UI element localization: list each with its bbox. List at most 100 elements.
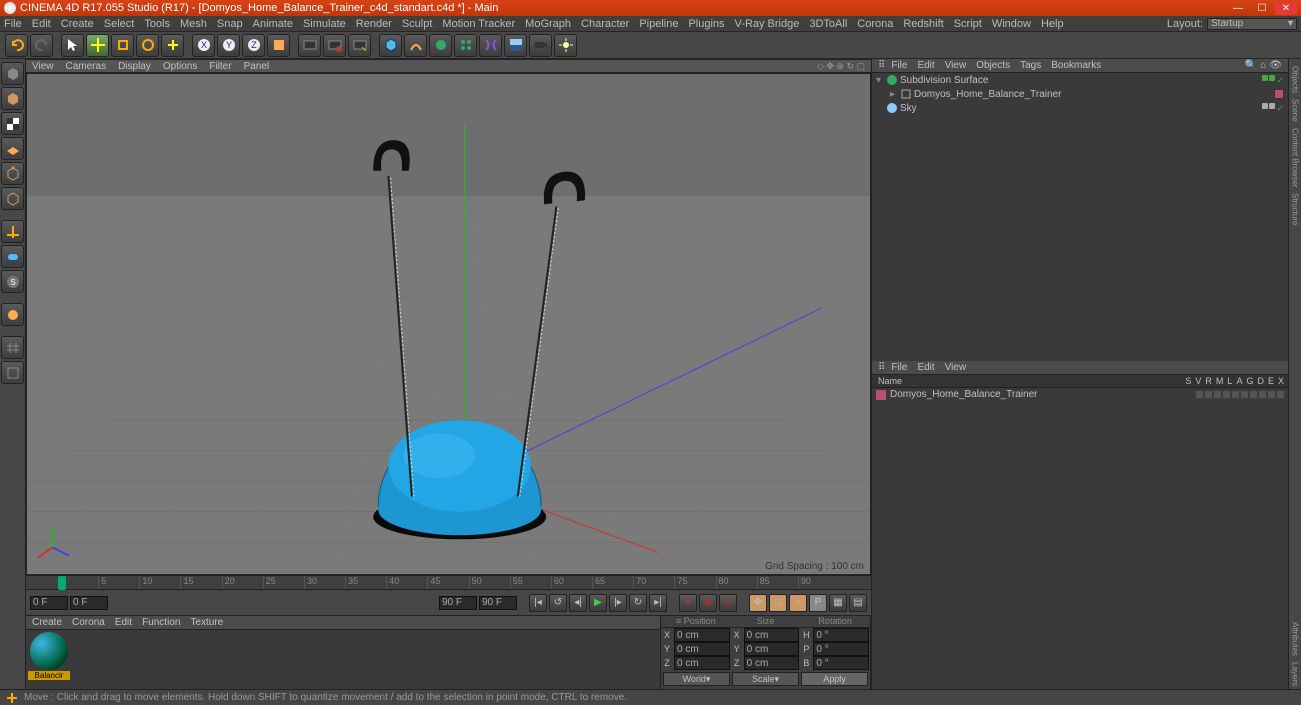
menu-snap[interactable]: Snap <box>217 18 243 30</box>
mat-menu-create[interactable]: Create <box>32 617 62 628</box>
primitive-cube[interactable] <box>379 34 402 57</box>
vp-menu-display[interactable]: Display <box>118 61 151 72</box>
menu-corona[interactable]: Corona <box>857 18 893 30</box>
snap-grid[interactable] <box>1 361 24 384</box>
maximize-button[interactable]: ☐ <box>1251 2 1273 15</box>
keyopts[interactable]: ◎ <box>719 594 737 612</box>
layer-color-swatch[interactable] <box>876 390 886 400</box>
y-axis-lock[interactable]: Y <box>217 34 240 57</box>
layers-menu-edit[interactable]: Edit <box>917 362 934 373</box>
menu-vray[interactable]: V-Ray Bridge <box>735 18 800 30</box>
menu-pipeline[interactable]: Pipeline <box>639 18 678 30</box>
object-manager-tree[interactable]: ▾ Subdivision Surface ✓ ▸ Domyos_Home_Ba… <box>872 73 1288 361</box>
object-name[interactable]: Domyos_Home_Balance_Trainer <box>914 89 1061 100</box>
key-rot[interactable]: ○ <box>789 594 807 612</box>
object-name[interactable]: Subdivision Surface <box>900 75 988 86</box>
pos-y[interactable]: 0 cm <box>674 642 730 656</box>
menu-render[interactable]: Render <box>356 18 392 30</box>
viewport[interactable]: Perspective <box>26 73 871 575</box>
texture-mode[interactable] <box>1 112 24 135</box>
goto-start[interactable]: |◂ <box>529 594 547 612</box>
key-scale[interactable]: □ <box>769 594 787 612</box>
tab-structure[interactable]: Structure <box>1291 193 1300 225</box>
apply-button[interactable]: Apply <box>801 672 868 686</box>
render-view[interactable] <box>298 34 321 57</box>
om-menu-file[interactable]: File <box>891 60 907 71</box>
play[interactable]: ▶ <box>589 594 607 612</box>
menu-mesh[interactable]: Mesh <box>180 18 207 30</box>
layer-row[interactable]: Domyos_Home_Balance_Trainer <box>872 388 1288 402</box>
mat-menu-edit[interactable]: Edit <box>115 617 132 628</box>
layer-name[interactable]: Domyos_Home_Balance_Trainer <box>890 389 1037 400</box>
tab-content[interactable]: Content Browser <box>1291 128 1300 188</box>
expand-toggle[interactable]: ▾ <box>876 75 886 86</box>
timeline-playhead[interactable] <box>58 576 66 590</box>
mat-menu-function[interactable]: Function <box>142 617 180 628</box>
menu-file[interactable]: File <box>4 18 22 30</box>
layer-tag[interactable] <box>1274 89 1284 99</box>
menu-motiontracker[interactable]: Motion Tracker <box>442 18 515 30</box>
generator-array[interactable] <box>454 34 477 57</box>
grip-icon[interactable]: ⠿ <box>878 60 885 71</box>
menu-sculpt[interactable]: Sculpt <box>402 18 433 30</box>
material-item[interactable]: Balancir <box>28 632 70 680</box>
grip-icon[interactable]: Size <box>731 616 801 627</box>
undo-button[interactable] <box>5 34 28 57</box>
select-tool[interactable] <box>61 34 84 57</box>
menu-create[interactable]: Create <box>61 18 94 30</box>
key-pla[interactable]: ▦ <box>829 594 847 612</box>
layers-menu-file[interactable]: File <box>891 362 907 373</box>
menu-select[interactable]: Select <box>104 18 135 30</box>
menu-mograph[interactable]: MoGraph <box>525 18 571 30</box>
tab-scene[interactable]: Scene <box>1291 99 1300 122</box>
tab-layers[interactable]: Layers <box>1291 662 1300 686</box>
z-axis-lock[interactable]: Z <box>242 34 265 57</box>
rot-b[interactable]: 0 ° <box>813 656 869 670</box>
move-tool[interactable] <box>86 34 109 57</box>
axis-mode[interactable] <box>1 220 24 243</box>
search-icon[interactable]: 🔍 <box>1245 60 1257 71</box>
light[interactable] <box>554 34 577 57</box>
menu-character[interactable]: Character <box>581 18 629 30</box>
tab-objects[interactable]: Objects <box>1291 66 1300 93</box>
object-row[interactable]: ▸ Domyos_Home_Balance_Trainer <box>872 87 1288 101</box>
frame-start-field[interactable]: 0 F <box>30 596 68 610</box>
step-back[interactable]: ◂| <box>569 594 587 612</box>
menu-tools[interactable]: Tools <box>144 18 170 30</box>
rotate-tool[interactable] <box>136 34 159 57</box>
autokey[interactable]: ◉ <box>699 594 717 612</box>
menu-redshift[interactable]: Redshift <box>903 18 943 30</box>
frame-current-field[interactable]: 0 F <box>70 596 108 610</box>
menu-3dtoall[interactable]: 3DToAll <box>809 18 847 30</box>
render-pv[interactable] <box>323 34 346 57</box>
vp-menu-options[interactable]: Options <box>163 61 197 72</box>
close-button[interactable]: ✕ <box>1275 2 1297 15</box>
x-axis-lock[interactable]: X <box>192 34 215 57</box>
grip-icon[interactable]: Rotation <box>800 616 870 627</box>
menu-script[interactable]: Script <box>954 18 982 30</box>
key-pos[interactable]: ✥ <box>749 594 767 612</box>
om-menu-view[interactable]: View <box>945 60 967 71</box>
om-menu-edit[interactable]: Edit <box>917 60 934 71</box>
model-mode[interactable] <box>1 87 24 110</box>
vp-menu-filter[interactable]: Filter <box>209 61 231 72</box>
goto-end[interactable]: ▸| <box>649 594 667 612</box>
om-menu-objects[interactable]: Objects <box>976 60 1010 71</box>
pos-z[interactable]: 0 cm <box>674 656 730 670</box>
mat-menu-corona[interactable]: Corona <box>72 617 105 628</box>
scale-mode-dropdown[interactable]: Scale ▾ <box>732 672 799 686</box>
size-y[interactable]: 0 cm <box>744 642 800 656</box>
soft-select[interactable] <box>1 303 24 326</box>
render-settings[interactable] <box>348 34 371 57</box>
minimize-button[interactable]: — <box>1227 2 1249 15</box>
coord-mode-dropdown[interactable]: World ▾ <box>663 672 730 686</box>
spline-pen[interactable] <box>404 34 427 57</box>
record[interactable]: ● <box>679 594 697 612</box>
expand-toggle[interactable]: ▸ <box>890 89 900 100</box>
scale-tool[interactable] <box>111 34 134 57</box>
menu-edit[interactable]: Edit <box>32 18 51 30</box>
key-param[interactable]: P <box>809 594 827 612</box>
goto-prevkey[interactable]: ↺ <box>549 594 567 612</box>
step-fwd[interactable]: |▸ <box>609 594 627 612</box>
layers-menu-view[interactable]: View <box>945 362 967 373</box>
